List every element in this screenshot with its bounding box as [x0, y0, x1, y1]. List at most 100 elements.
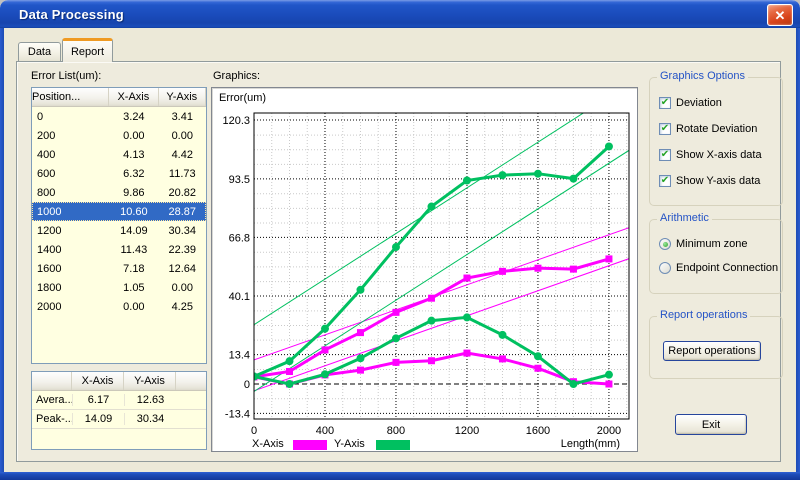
summary-row: Peak-...14.0930.34 [32, 410, 206, 429]
svg-text:400: 400 [316, 425, 334, 437]
table-cell: 3.24 [109, 111, 158, 123]
graphics-label: Graphics: [213, 70, 260, 82]
exit-button[interactable]: Exit [675, 414, 747, 435]
checkbox-option[interactable]: ✔ Deviation [650, 90, 782, 116]
graphics-options-body: ✔Deviation✔Rotate Deviation✔Show X-axis … [650, 78, 782, 205]
summary-table: X-AxisY-Axis Avera...6.1712.63Peak-...14… [31, 371, 207, 450]
table-cell: 6.32 [109, 168, 158, 180]
table-row[interactable]: 03.243.41 [32, 107, 206, 126]
table-cell: 400 [32, 149, 109, 161]
column-header-filler [176, 372, 206, 390]
svg-text:120.3: 120.3 [222, 115, 250, 127]
summary-cell: Peak-... [32, 413, 72, 425]
table-cell: 0.00 [109, 130, 158, 142]
checkbox-icon[interactable]: ✔ [659, 97, 671, 109]
window-border-left [0, 28, 4, 480]
table-row[interactable]: 2000.000.00 [32, 126, 206, 145]
radio-dot-icon [663, 242, 668, 247]
table-cell: 0.00 [159, 130, 206, 142]
svg-text:0: 0 [251, 425, 257, 437]
graphics-options-group: Graphics Options ✔Deviation✔Rotate Devia… [649, 77, 783, 206]
error-list-table: Position...X-AxisY-Axis 03.243.412000.00… [31, 87, 207, 364]
dialog-client-area: Data Report Error List(um): Position...X… [4, 28, 796, 472]
report-operations-title: Report operations [657, 309, 750, 321]
chart-title: Error(um) [219, 92, 266, 104]
table-cell: 1000 [32, 206, 109, 218]
title-bar[interactable]: Data Processing ✕ [0, 0, 800, 28]
checkbox-label: Deviation [676, 97, 722, 109]
table-row[interactable]: 8009.8620.82 [32, 183, 206, 202]
table-cell: 4.25 [159, 301, 206, 313]
column-header[interactable]: Position... [32, 88, 109, 106]
table-cell: 1.05 [109, 282, 158, 294]
column-header[interactable]: X-Axis [72, 372, 124, 390]
svg-text:66.8: 66.8 [229, 232, 250, 244]
radio-icon[interactable] [659, 238, 671, 250]
checkbox-icon[interactable]: ✔ [659, 149, 671, 161]
table-row[interactable]: 4004.134.42 [32, 145, 206, 164]
legend-y-label: Y-Axis [334, 438, 365, 450]
table-cell: 0.00 [109, 301, 158, 313]
summary-row: Avera...6.1712.63 [32, 391, 206, 410]
legend-y-swatch-icon [376, 440, 410, 450]
table-row[interactable]: 20000.004.25 [32, 297, 206, 316]
table-cell: 800 [32, 187, 109, 199]
report-tab-page: Error List(um): Position...X-AxisY-Axis … [16, 61, 781, 462]
checkbox-option[interactable]: ✔Rotate Deviation [650, 116, 782, 142]
table-cell: 9.86 [109, 187, 158, 199]
table-row[interactable]: 6006.3211.73 [32, 164, 206, 183]
table-cell: 2000 [32, 301, 109, 313]
svg-text:93.5: 93.5 [229, 174, 250, 186]
table-row[interactable]: 140011.4322.39 [32, 240, 206, 259]
table-row[interactable]: 100010.6028.87 [32, 202, 206, 221]
table-cell: 7.18 [109, 263, 158, 275]
svg-text:1600: 1600 [526, 425, 550, 437]
table-cell: 3.41 [159, 111, 206, 123]
checkbox-icon[interactable]: ✔ [659, 123, 671, 135]
report-operations-button[interactable]: Report operations [663, 341, 761, 361]
close-button[interactable]: ✕ [767, 4, 793, 26]
column-header[interactable] [32, 372, 72, 390]
summary-header: X-AxisY-Axis [32, 372, 206, 391]
table-cell: 4.13 [109, 149, 158, 161]
radio-option[interactable]: Endpoint Connection [650, 256, 782, 280]
checkbox-option[interactable]: ✔ Show X-axis data [650, 142, 782, 168]
tab-report-label: Report [71, 46, 104, 58]
error-list-header: Position...X-AxisY-Axis [32, 88, 206, 107]
summary-cell: 30.34 [124, 413, 176, 425]
tab-report[interactable]: Report [62, 38, 113, 62]
summary-cell: 14.09 [72, 413, 124, 425]
table-cell: 1600 [32, 263, 109, 275]
checkbox-label: Show X-axis data [676, 149, 762, 161]
column-header[interactable]: Y-Axis [124, 372, 176, 390]
legend-x-label: X-Axis [252, 438, 284, 450]
svg-text:40.1: 40.1 [229, 291, 250, 303]
tab-data-label: Data [28, 46, 51, 58]
legend-x-swatch-icon [293, 440, 327, 450]
table-row[interactable]: 16007.1812.64 [32, 259, 206, 278]
checkbox-option[interactable]: ✔ Show Y-axis data [650, 168, 782, 194]
table-cell: 12.64 [159, 263, 206, 275]
checkbox-icon[interactable]: ✔ [659, 175, 671, 187]
svg-text:13.4: 13.4 [229, 350, 250, 362]
radio-label: Endpoint Connection [676, 262, 778, 274]
data-processing-dialog: Data Processing ✕ Data Report Error List… [0, 0, 800, 480]
arithmetic-group: Arithmetic Minimum zoneEndpoint Connecti… [649, 219, 783, 294]
summary-cell: 6.17 [72, 394, 124, 406]
table-row[interactable]: 120014.0930.34 [32, 221, 206, 240]
radio-option[interactable]: Minimum zone [650, 232, 782, 256]
table-cell: 1400 [32, 244, 109, 256]
x-axis-label: Length(mm) [561, 438, 620, 450]
radio-icon[interactable] [659, 262, 671, 274]
window-border-right [796, 28, 800, 480]
table-cell: 20.82 [159, 187, 206, 199]
column-header[interactable]: Y-Axis [159, 88, 206, 106]
window-border-bottom [0, 472, 800, 480]
tab-data[interactable]: Data [18, 42, 61, 61]
svg-text:-13.4: -13.4 [225, 408, 250, 420]
column-header[interactable]: X-Axis [109, 88, 158, 106]
checkbox-label: Show Y-axis data [676, 175, 760, 187]
chart-svg: 120.393.566.840.113.40-13.40400800120016… [212, 88, 639, 453]
table-row[interactable]: 18001.050.00 [32, 278, 206, 297]
table-cell: 0.00 [159, 282, 206, 294]
